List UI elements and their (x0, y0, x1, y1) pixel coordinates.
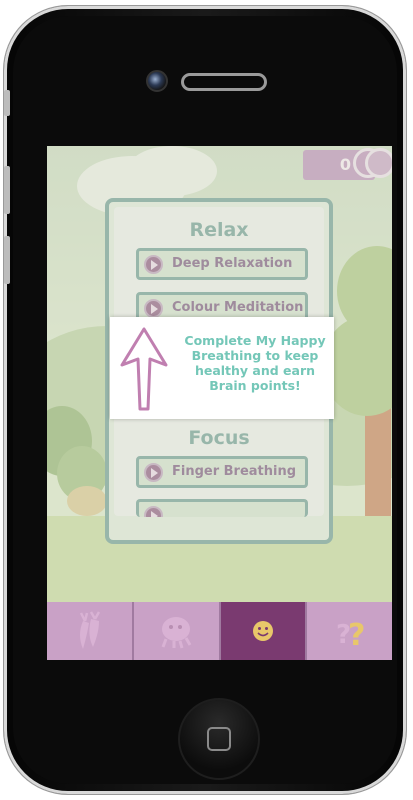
tab-character[interactable] (134, 602, 221, 660)
tooltip-text: Complete My Happy Breathing to keep heal… (180, 333, 330, 393)
svg-text:?: ? (348, 618, 365, 649)
home-button[interactable] (178, 698, 260, 780)
volume-up-button (4, 166, 10, 214)
earpiece-speaker (181, 73, 267, 91)
question-icon: ? ? (336, 618, 365, 649)
character-icon (161, 617, 192, 649)
arrow-up-icon (120, 327, 168, 411)
front-camera-icon (146, 70, 168, 92)
hint-tooltip[interactable]: Complete My Happy Breathing to keep heal… (110, 317, 334, 419)
bottom-tab-bar: ? ? (47, 602, 392, 660)
tab-carrots[interactable] (47, 602, 134, 660)
app-screen: 0 Relax Deep Relaxation Colour Meditatio… (47, 146, 392, 660)
tab-smiley[interactable] (220, 602, 308, 660)
home-square-icon (207, 727, 231, 751)
tooltip-line: healthy and earn (194, 363, 316, 378)
tab-help[interactable]: ? ? (307, 602, 392, 660)
volume-down-button (4, 236, 10, 284)
tooltip-line: Breathing to keep (191, 348, 319, 363)
tooltip-line: Complete My Happy (184, 333, 326, 348)
carrots-icon (80, 611, 101, 649)
tooltip-line: Brain points! (209, 378, 301, 393)
mute-switch (4, 90, 10, 116)
smiley-icon (252, 621, 273, 641)
